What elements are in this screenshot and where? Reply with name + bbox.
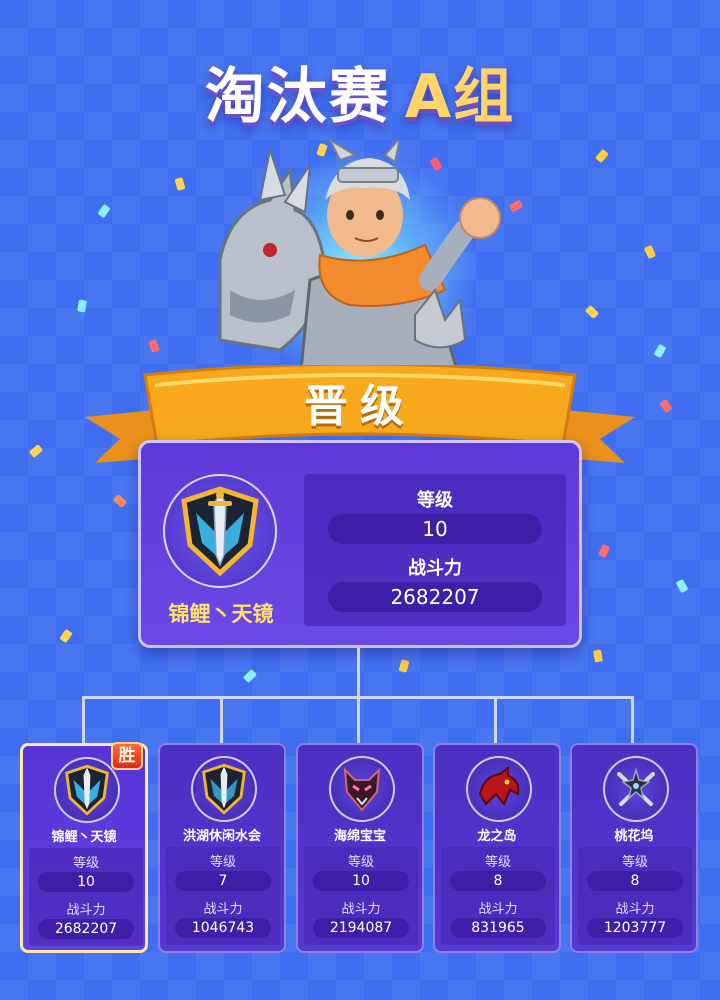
participant-name: 桃花坞 — [614, 829, 654, 844]
power-label: 战斗力 — [615, 902, 655, 917]
sword-shield-emblem-icon — [181, 486, 259, 577]
page-title: 淘汰赛 A组 — [0, 48, 720, 135]
bracket-drop — [494, 696, 497, 744]
level-label: 等级 — [209, 855, 236, 870]
bracket-drop — [220, 696, 223, 744]
bracket-stem — [357, 648, 360, 698]
participant-card[interactable]: 桃花坞 等级 8 战斗力 1203777 — [570, 743, 698, 953]
level-label: 等级 — [621, 855, 648, 870]
bracket-drop — [631, 696, 634, 744]
participant-card[interactable]: 龙之岛 等级 8 战斗力 831965 — [433, 743, 561, 953]
winner-power-label: 战斗力 — [408, 558, 462, 579]
winner-level-value: 10 — [328, 514, 542, 544]
participant-card[interactable]: 海绵宝宝 等级 10 战斗力 2194087 — [296, 743, 424, 953]
level-label: 等级 — [484, 855, 511, 870]
winner-emblem — [163, 474, 277, 588]
power-label: 战斗力 — [66, 903, 106, 918]
winner-name: 锦鲤丶天镜 — [168, 602, 274, 626]
winner-stats: 等级 10 战斗力 2682207 — [304, 474, 566, 626]
participant-stats: 等级 7 战斗力 1046743 — [166, 847, 280, 945]
level-value: 8 — [587, 871, 683, 891]
participant-emblem — [54, 757, 120, 823]
level-value: 10 — [38, 872, 134, 892]
participant-name: 洪湖休闲水会 — [182, 829, 261, 844]
participant-card[interactable]: 锦鲤丶天镜 等级 10 战斗力 2682207 — [20, 743, 148, 953]
participant-card[interactable]: 洪湖休闲水会 等级 7 战斗力 1046743 — [158, 743, 286, 953]
level-value: 8 — [450, 871, 546, 891]
level-value: 10 — [313, 871, 409, 891]
level-value: 7 — [175, 871, 271, 891]
participant-emblem — [191, 756, 257, 822]
hero-character — [200, 134, 520, 382]
participant-emblem — [466, 756, 532, 822]
participant-stats: 等级 8 战斗力 1203777 — [578, 847, 692, 945]
wolf-emblem-icon — [343, 767, 381, 812]
winner-power-value: 2682207 — [328, 582, 542, 612]
power-label: 战斗力 — [203, 902, 243, 917]
power-value: 1046743 — [175, 918, 271, 938]
power-label: 战斗力 — [478, 902, 518, 917]
winner-level-label: 等级 — [417, 490, 453, 511]
participant-name: 锦鲤丶天镜 — [51, 830, 117, 845]
ribbon-label: 晋级 — [304, 381, 416, 432]
power-label: 战斗力 — [341, 902, 381, 917]
power-value: 1203777 — [587, 918, 683, 938]
crossed-swords-emblem-icon — [617, 767, 655, 806]
win-badge: 胜 — [111, 742, 143, 770]
bracket-drop — [357, 696, 360, 744]
participant-emblem — [603, 756, 669, 822]
dragon-emblem-icon — [478, 766, 520, 806]
sword-shield-emblem-icon — [65, 764, 109, 816]
participant-stats: 等级 8 战斗力 831965 — [441, 847, 555, 945]
participant-name: 龙之岛 — [477, 829, 517, 844]
sword-shield-emblem-icon — [202, 763, 246, 815]
title-group: A组 — [404, 62, 516, 132]
participant-emblem — [329, 756, 395, 822]
level-label: 等级 — [72, 856, 99, 871]
participant-name: 海绵宝宝 — [333, 829, 386, 844]
power-value: 2194087 — [313, 918, 409, 938]
power-value: 831965 — [450, 918, 546, 938]
level-label: 等级 — [347, 855, 374, 870]
power-value: 2682207 — [38, 919, 134, 939]
bracket-drop — [82, 696, 85, 744]
participant-stats: 等级 10 战斗力 2194087 — [304, 847, 418, 945]
title-main: 淘汰赛 — [204, 62, 391, 132]
participant-stats: 等级 10 战斗力 2682207 — [29, 848, 143, 946]
